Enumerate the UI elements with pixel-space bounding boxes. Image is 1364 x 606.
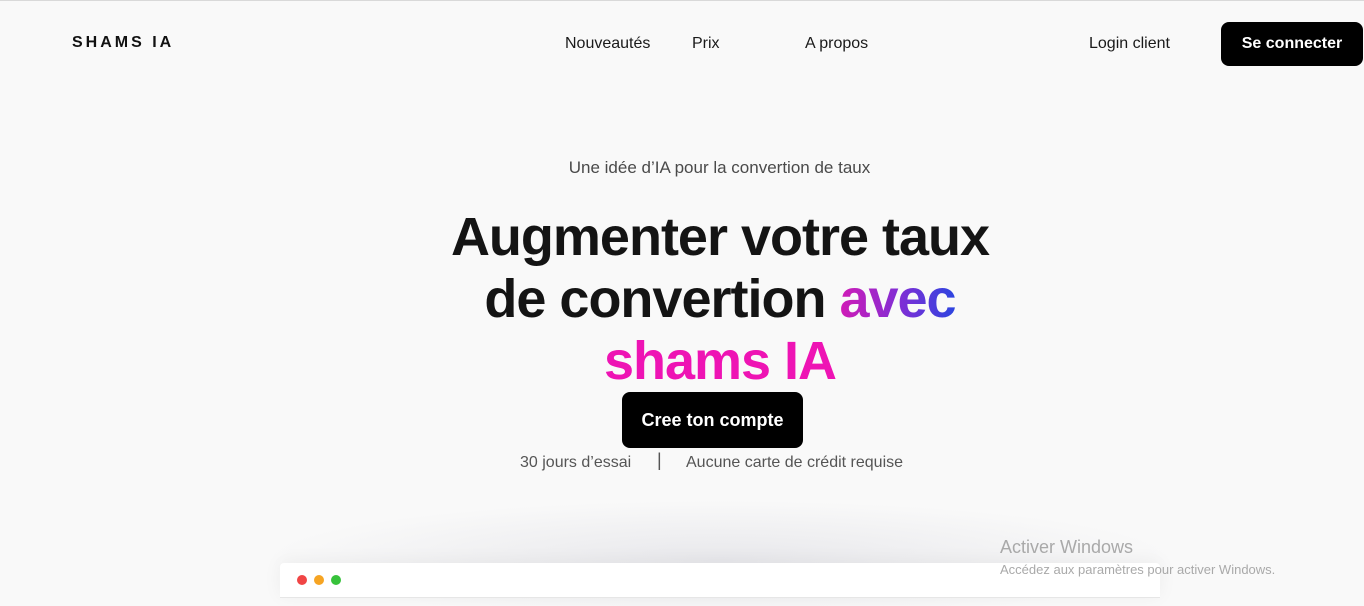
create-account-button[interactable]: Cree ton compte (622, 392, 803, 448)
window-maximize-dot-icon (331, 575, 341, 585)
nav-link-prix[interactable]: Prix (692, 35, 720, 53)
login-client-link[interactable]: Login client (1089, 35, 1170, 53)
headline-brand: shams IA (603, 331, 837, 391)
se-connecter-button[interactable]: Se connecter (1221, 22, 1363, 66)
nav-link-nouveautes[interactable]: Nouveautés (565, 35, 650, 53)
info-separator: | (657, 450, 662, 470)
no-card-info: Aucune carte de crédit requise (686, 454, 904, 471)
headline-accent-word: avec (839, 269, 956, 329)
hero-eyebrow: Une idée d’IA pour la convertion de taux (568, 158, 871, 177)
hero-headline: Augmenter votre taux de convertion avec … (380, 206, 1060, 392)
headline-line-2: de convertion avec (380, 268, 1060, 330)
window-close-dot-icon (297, 575, 307, 585)
window-minimize-dot-icon (314, 575, 324, 585)
brand-logo[interactable]: SHAMS IA (72, 34, 174, 52)
activation-watermark-subtitle: Accédez aux paramètres pour activer Wind… (1000, 562, 1276, 577)
headline-line-1: Augmenter votre taux (450, 207, 990, 267)
top-border (0, 0, 1364, 1)
headline-line-2-text: de convertion (484, 269, 840, 329)
nav-link-a-propos[interactable]: A propos (805, 35, 868, 53)
activation-watermark-title: Activer Windows (1000, 537, 1134, 557)
trial-info: 30 jours d’essai (520, 454, 632, 471)
landing-page: SHAMS IA Nouveautés Prix A propos Login … (0, 0, 1364, 606)
